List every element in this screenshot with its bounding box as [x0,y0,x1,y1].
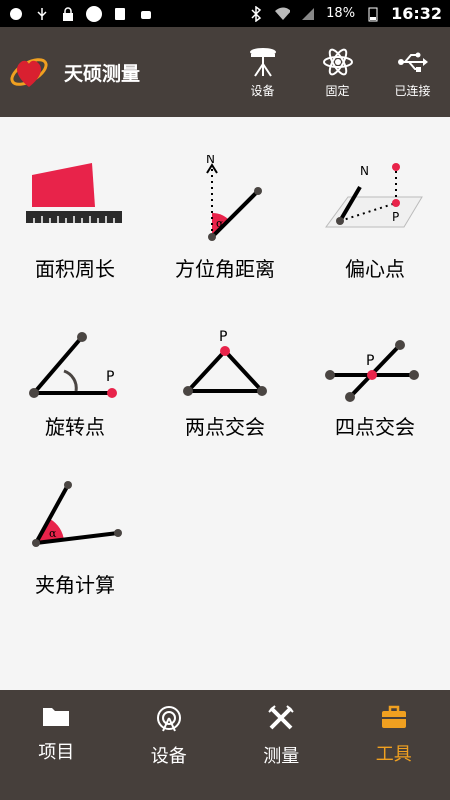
tool-angle-calculation[interactable]: α 夹角计算 [0,453,150,611]
chat-icon [8,6,24,22]
nav-label: 工具 [375,744,412,765]
fix-status-label: 固定 [325,83,350,98]
atom-icon [322,48,353,75]
tools-grid: 面积周长 N α 方位角距离 N P 偏心点 P 旋转点 P 两点交会 P 四点… [0,117,450,690]
nav-label: 项目 [38,742,75,763]
no-signal-icon [300,6,316,22]
device-icon [156,706,181,732]
usb-icon [397,52,428,72]
area-perimeter-icon [26,163,122,223]
survey-icon [268,705,294,730]
status-bar: 18% 16:32 [0,0,450,27]
north-label: N [206,155,215,166]
north-label: N [360,164,369,178]
sim-icon [112,6,128,22]
nav-device[interactable]: 设备 [113,690,226,800]
tool-eccentric-point[interactable]: N P 偏心点 [300,137,450,295]
four-point-intersection-icon: P [325,340,419,402]
connection-button[interactable]: 已连接 [375,27,450,117]
nav-label: 测量 [263,746,300,767]
tool-label: 偏心点 [345,257,405,281]
gnss-rover-icon [249,47,276,77]
android-icon [138,6,154,22]
azimuth-distance-icon: N α [206,155,262,241]
tool-two-point-intersection[interactable]: P 两点交会 [150,295,300,453]
eccentric-point-icon: N P [325,163,423,228]
bluetooth-icon [248,5,264,22]
device-label: 设备 [250,83,275,98]
device-button[interactable]: 设备 [225,27,300,117]
bottom-nav: 项目 设备 测量 工具 [0,690,450,800]
circle-icon [86,5,102,22]
angle-calculation-icon: α [32,481,122,547]
p-label: P [366,353,374,369]
usb-status-icon [34,6,50,22]
app-bar: 天硕测量 设备 固定 已连接 [0,27,450,117]
lock-icon [60,6,76,22]
nav-tools[interactable]: 工具 [338,690,450,800]
toolbox-icon [381,705,406,728]
p-label: P [219,329,227,345]
tool-label: 旋转点 [45,415,105,439]
battery-icon [365,6,381,22]
nav-project[interactable]: 项目 [0,690,113,800]
nav-label: 设备 [150,746,187,767]
app-logo [10,58,48,87]
two-point-intersection-icon: P [183,329,267,396]
tool-label: 夹角计算 [35,573,115,597]
fix-status-button[interactable]: 固定 [300,27,375,117]
wifi-icon [274,6,291,22]
connection-label: 已连接 [394,83,431,98]
folder-icon [43,708,70,726]
app-title: 天硕测量 [64,62,141,85]
alpha-label: α [49,527,57,540]
p-label: P [392,210,399,224]
tool-label: 方位角距离 [175,257,275,281]
tool-azimuth-distance[interactable]: N α 方位角距离 [150,137,300,295]
p-label: P [106,369,114,385]
battery-percent: 18% [326,6,356,21]
tool-label: 两点交会 [185,415,265,439]
tool-rotation-point[interactable]: P 旋转点 [0,295,150,453]
tool-four-point-intersection[interactable]: P 四点交会 [300,295,450,453]
tool-label: 四点交会 [335,415,415,439]
clock: 16:32 [391,4,442,23]
nav-survey[interactable]: 测量 [225,690,338,800]
tool-area-perimeter[interactable]: 面积周长 [0,137,150,295]
tool-label: 面积周长 [35,257,115,281]
rotation-point-icon: P [29,332,117,398]
